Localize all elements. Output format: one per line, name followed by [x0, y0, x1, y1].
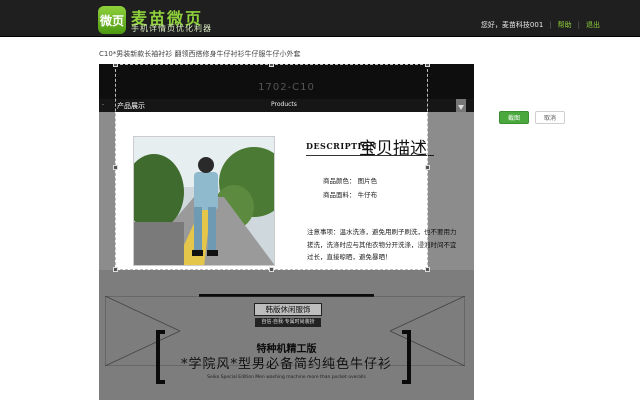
section-bar: · 产品展示 Products — [99, 99, 474, 112]
product-fabric: 商品面料： 牛仔布 — [323, 191, 378, 199]
scroll-down-icon[interactable] — [456, 99, 466, 112]
page-title: C10*男装新款长袖衬衫 翻领西搭修身牛仔衬衫牛仔服牛仔小外套 — [99, 50, 301, 58]
logout-link[interactable]: 退出 — [586, 20, 600, 30]
help-link[interactable]: 帮助 — [558, 20, 572, 30]
crop-mask-right — [428, 112, 474, 270]
preview-canvas[interactable]: 1702-C10 · 产品展示 Products DESCRIPTION 宝贝描… — [99, 64, 474, 400]
user-nav: 您好，麦苗科技001 | 帮助 | 退出 — [481, 20, 600, 30]
nav-divider: | — [577, 21, 580, 29]
brand-tagline: 手机详情页优化利器 — [131, 24, 212, 33]
bullet-icon: · — [102, 102, 104, 109]
screenshot-button[interactable]: 截图 — [499, 111, 529, 124]
divider — [306, 155, 434, 156]
crop-mask-left — [99, 112, 115, 270]
logo-icon[interactable]: 微页 — [98, 6, 126, 34]
product-photo — [133, 136, 275, 266]
slogan: *学院风*型男必备简约纯色牛仔衫 — [180, 357, 392, 372]
slogan-en: Seiko Special Edition Men washing machin… — [207, 375, 366, 380]
user-greeting: 您好，麦苗科技001 — [480, 21, 544, 29]
cancel-button[interactable]: 取消 — [535, 111, 565, 124]
style-tag-sub: 自信·自我·专属时尚装扮 — [255, 318, 321, 327]
nav-divider: | — [549, 21, 552, 29]
product-code: 1702-C10 — [258, 82, 315, 93]
section-title: 产品展示 — [117, 102, 145, 110]
style-tag: 韩版休闲服饰 — [254, 303, 322, 316]
top-bar: 微页 麦苗微页 手机详情页优化利器 您好，麦苗科技001 | 帮助 | 退出 — [0, 0, 640, 37]
section-title-en: Products — [271, 101, 297, 108]
product-color: 商品颜色： 图片色 — [323, 177, 378, 185]
